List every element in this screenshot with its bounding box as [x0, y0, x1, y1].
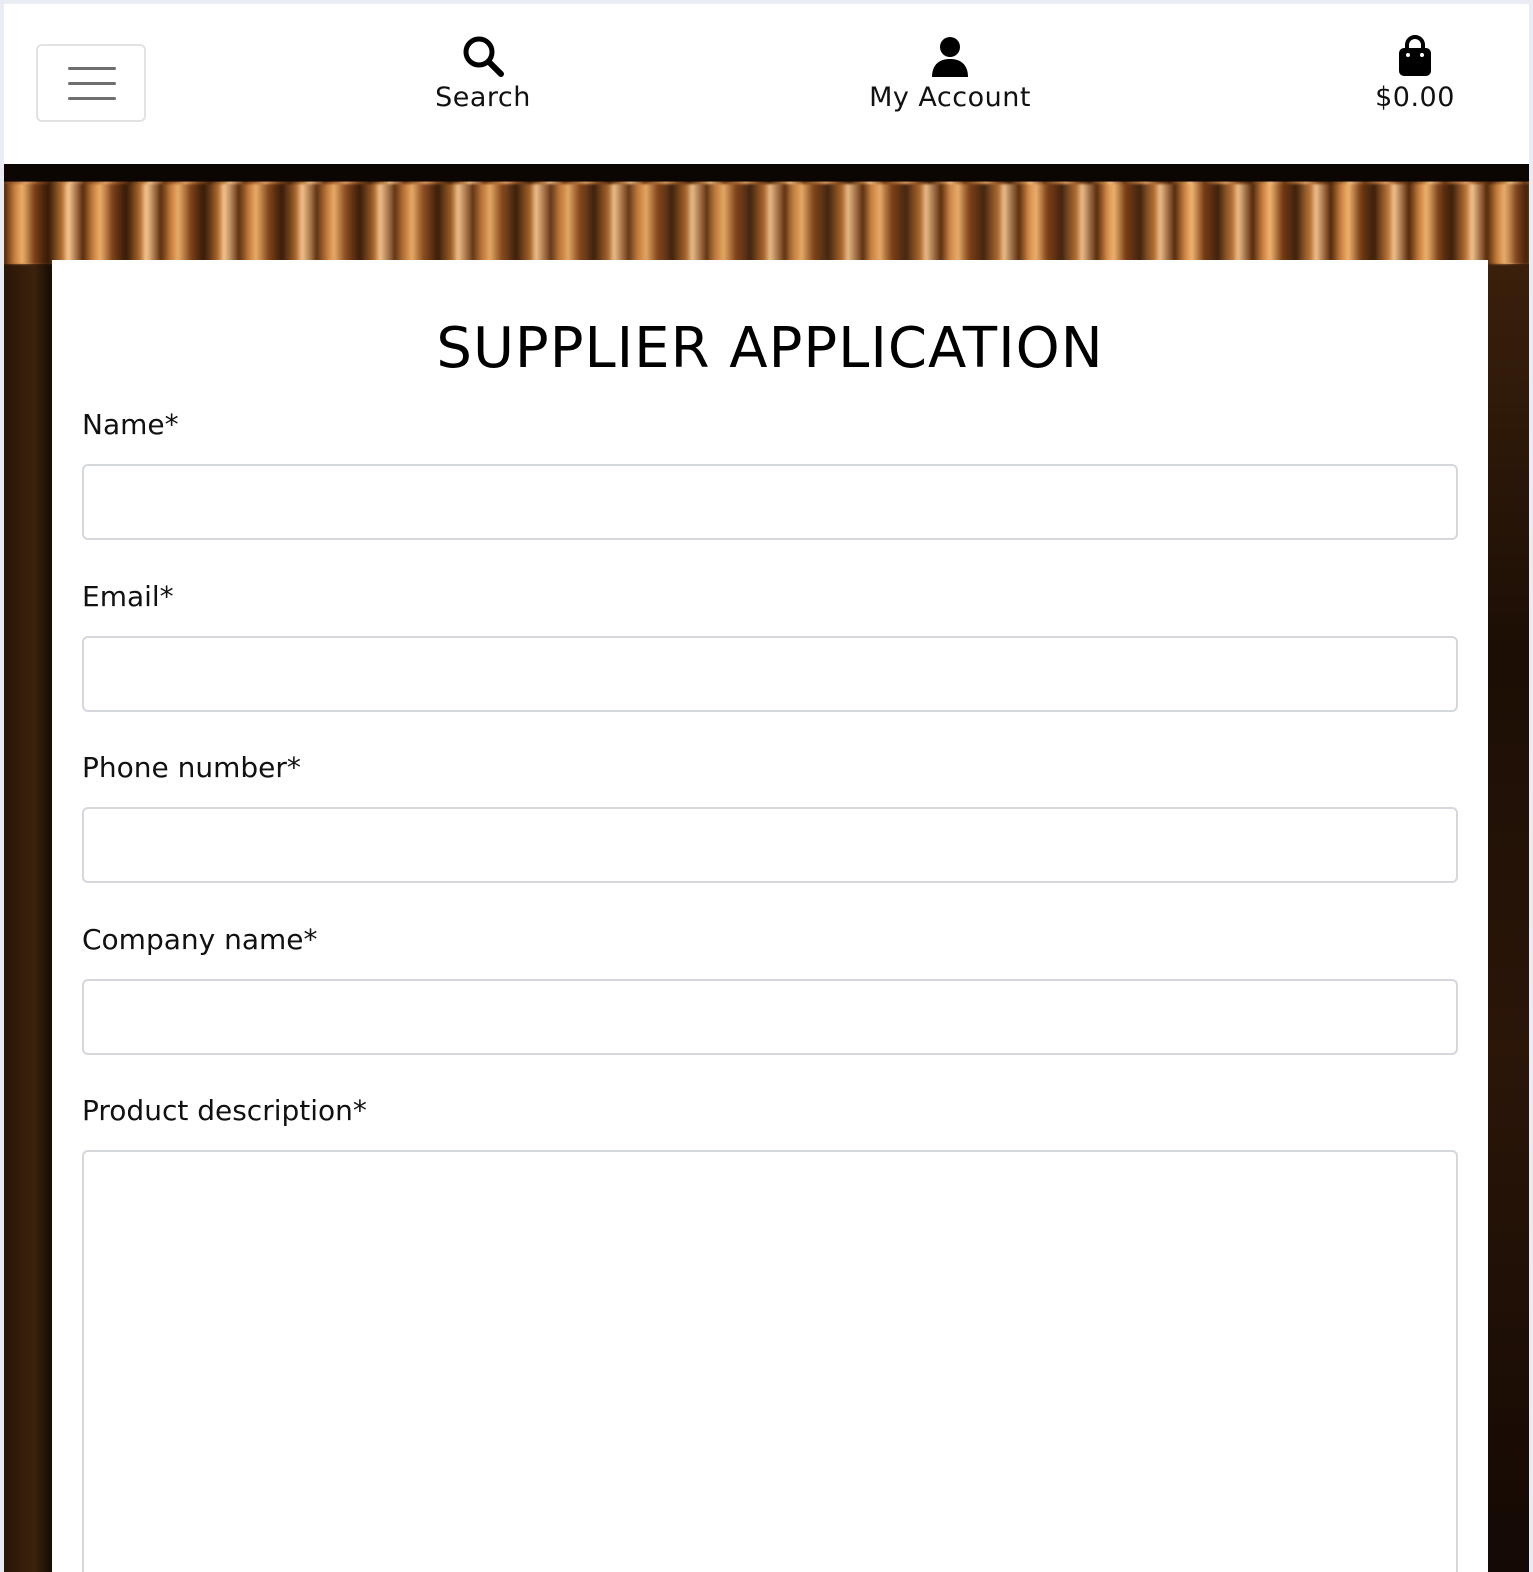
product-description-textarea[interactable] [82, 1150, 1458, 1572]
supplier-application-form: SUPPLIER APPLICATION Name* Email* Phone … [52, 260, 1488, 1572]
company-name-input[interactable] [82, 979, 1458, 1055]
shopping-bag-icon [1399, 35, 1431, 76]
hamburger-menu-icon-bar [68, 97, 116, 100]
hamburger-menu-icon [68, 67, 116, 70]
product-description-label: Product description* [82, 1094, 367, 1127]
email-input[interactable] [82, 636, 1458, 712]
page-frame: Search My Account $0.00 SUPPLIER APPLICA… [4, 4, 1529, 1572]
name-input[interactable] [82, 464, 1458, 540]
my-account-nav-link[interactable]: My Account [860, 34, 1040, 113]
search-nav-link[interactable]: Search [423, 34, 543, 113]
my-account-nav-label: My Account [869, 82, 1031, 113]
phone-number-label: Phone number* [82, 751, 301, 784]
phone-number-input[interactable] [82, 807, 1458, 883]
hero-background-band [4, 184, 1529, 264]
top-navigation-bar: Search My Account $0.00 [4, 4, 1529, 164]
search-nav-label: Search [435, 82, 531, 113]
hamburger-menu-icon-bar [68, 82, 116, 85]
cart-total-label: $0.00 [1375, 82, 1455, 113]
page-title: SUPPLIER APPLICATION [436, 316, 1104, 381]
menu-toggle-button[interactable] [36, 44, 146, 122]
cart-nav-link[interactable]: $0.00 [1360, 34, 1470, 113]
company-name-label: Company name* [82, 923, 318, 956]
email-label: Email* [82, 580, 174, 613]
search-icon [463, 36, 504, 77]
user-icon [932, 37, 968, 77]
name-label: Name* [82, 408, 179, 441]
